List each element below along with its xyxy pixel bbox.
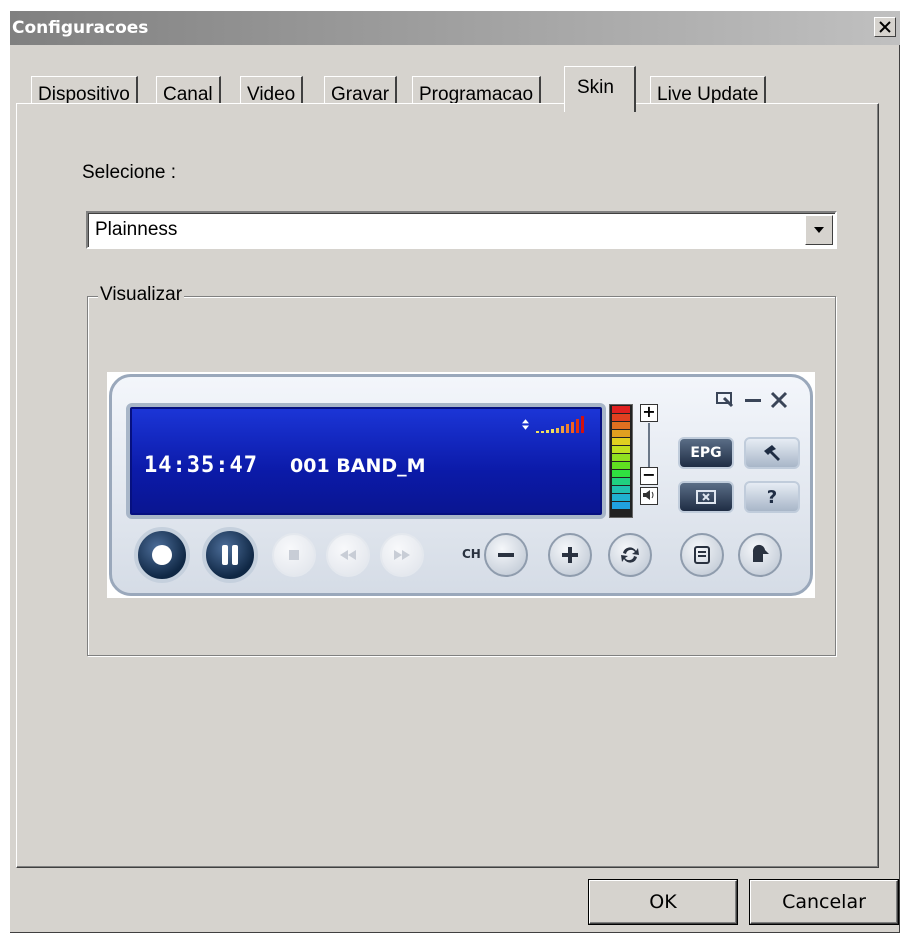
volume-slider-track: [648, 423, 650, 467]
speaker-icon: [643, 490, 654, 500]
volume-meter: [609, 404, 633, 518]
channel-list-button[interactable]: [680, 533, 724, 577]
tab-label: Dispositivo: [38, 84, 130, 105]
player-display: 14:35:47 001 BAND_M: [126, 403, 606, 519]
signal-icon: [522, 416, 584, 433]
help-label: ?: [766, 486, 778, 508]
tab-label: Live Update: [657, 84, 759, 105]
minus-icon: [498, 553, 514, 557]
list-icon: [694, 546, 710, 564]
close-icon: [879, 21, 891, 33]
volume-down-button[interactable]: −: [640, 467, 658, 485]
tab-label: Canal: [163, 84, 213, 105]
skin-icon: [752, 544, 769, 562]
cancel-label: Cancelar: [782, 891, 866, 913]
tab-label: Programacao: [419, 84, 534, 105]
volume-down-label: −: [642, 465, 656, 484]
skin-select-value: Plainness: [95, 219, 178, 240]
epg-label: EPG: [690, 445, 722, 461]
tab-label: Gravar: [331, 84, 390, 105]
close-icon: [770, 391, 788, 409]
mute-button[interactable]: [640, 487, 658, 505]
chevron-down-icon: [814, 227, 824, 233]
fast-forward-button[interactable]: [380, 533, 424, 577]
tab-label: Skin: [577, 77, 614, 98]
stop-icon: [289, 550, 299, 560]
preview-legend: Visualizar: [98, 284, 185, 306]
dropdown-button[interactable]: [805, 215, 833, 245]
stop-button[interactable]: [272, 533, 316, 577]
pause-icon: [222, 545, 238, 565]
skin-select[interactable]: Plainness: [86, 211, 837, 249]
channel-label: CH: [462, 547, 481, 561]
record-icon: [152, 545, 172, 565]
rewind-icon: [340, 550, 356, 560]
channel-up-button[interactable]: [548, 533, 592, 577]
mini-mode-icon: [716, 392, 734, 408]
tab-skin[interactable]: Skin: [564, 66, 636, 112]
skin-button[interactable]: [738, 533, 782, 577]
close-button[interactable]: [874, 17, 896, 37]
screen-icon: [696, 490, 716, 504]
settings-button[interactable]: [744, 437, 800, 469]
tab-label: Video: [247, 84, 296, 105]
hammer-icon: [764, 445, 780, 461]
select-label: Selecione :: [82, 162, 177, 183]
pause-button[interactable]: [202, 527, 258, 583]
channel-display: 001 BAND_M: [290, 455, 426, 477]
cancel-button[interactable]: Cancelar: [750, 880, 898, 924]
record-button[interactable]: [134, 527, 190, 583]
title-bar: Configuracoes: [10, 11, 900, 45]
minimize-icon: [745, 399, 761, 402]
volume-up-button[interactable]: +: [640, 404, 658, 422]
rewind-button[interactable]: [326, 533, 370, 577]
ok-button[interactable]: OK: [589, 880, 737, 924]
plus-icon: [562, 547, 578, 563]
volume-up-label: +: [642, 402, 656, 421]
time-display: 14:35:47: [144, 453, 258, 478]
ok-label: OK: [649, 891, 677, 913]
skin-preview-image: 14:35:47 001 BAND_M + − EPG ? CH: [107, 372, 815, 598]
screenshot-button[interactable]: [678, 481, 734, 513]
player-skin: 14:35:47 001 BAND_M + − EPG ? CH: [109, 374, 813, 596]
help-button[interactable]: ?: [744, 481, 800, 513]
swap-icon: [621, 547, 639, 563]
channel-down-button[interactable]: [484, 533, 528, 577]
epg-button[interactable]: EPG: [678, 437, 734, 469]
fast-forward-icon: [394, 550, 410, 560]
window-title: Configuracoes: [12, 18, 149, 38]
previous-channel-button[interactable]: [608, 533, 652, 577]
